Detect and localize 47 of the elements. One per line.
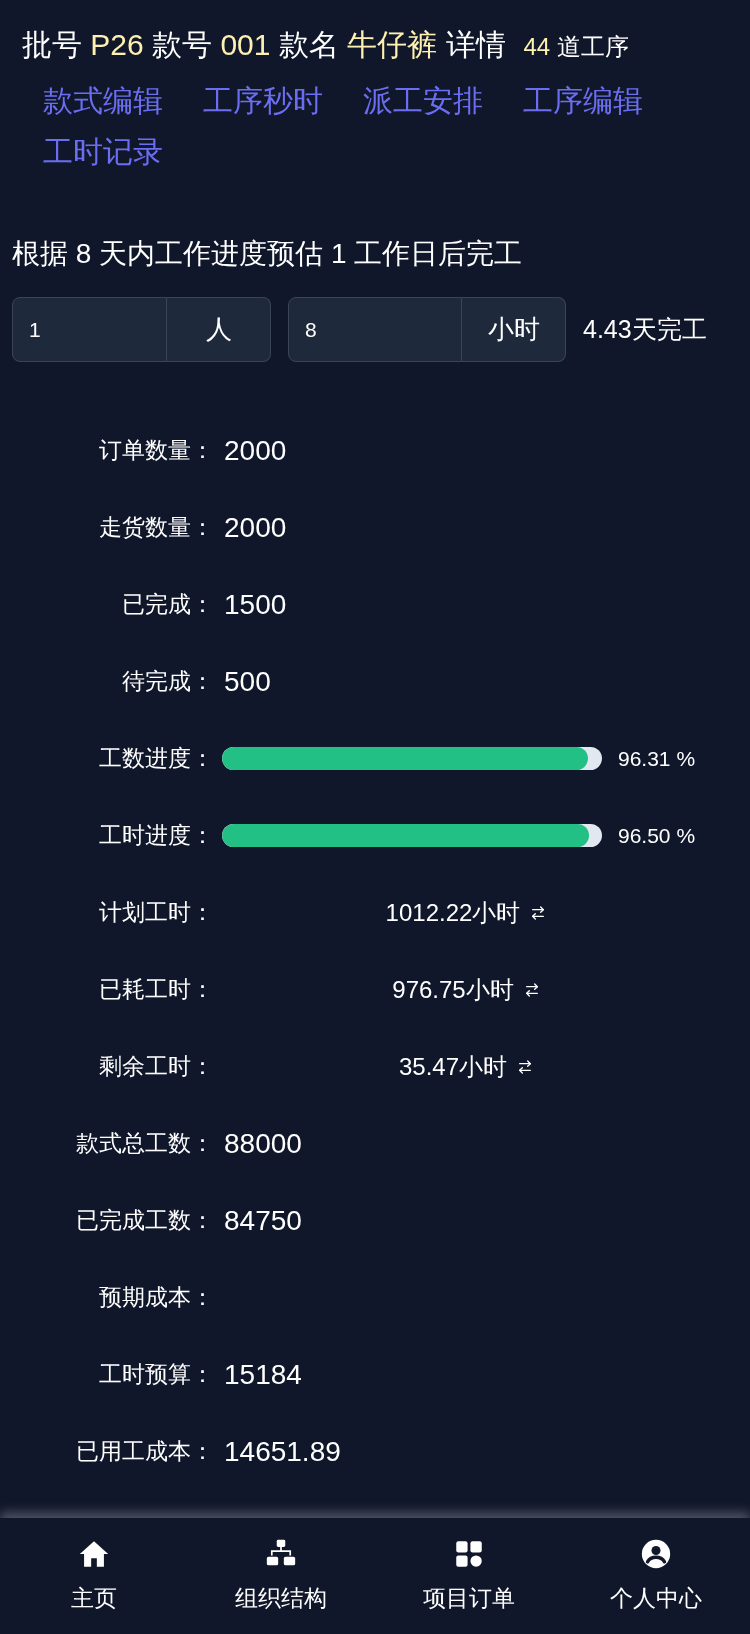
hours-value: 1012.22小时 [385,897,521,928]
hours-value: 35.47小时 [398,1051,508,1082]
field-label: 已用工成本： [75,1437,214,1467]
swap-icon[interactable] [523,981,540,998]
number-input[interactable]: 1 [12,297,167,362]
field-label: 已完成工数： [75,1206,214,1236]
unit-label: 人 [167,297,271,362]
field-value: 84750 [223,1203,302,1238]
field-label: 已耗工时： [98,975,214,1005]
estimate-text: 根据 8 天内工作进度预估 1 工作日后完工 [11,237,524,271]
nav-link[interactable]: 款式编辑 [43,75,163,126]
field-label: 工时进度： [98,821,214,851]
field-value: 15184 [223,1357,302,1392]
tab-bar-item[interactable]: 项目订单 [375,1518,563,1634]
page-title: 批号 P26 款号 001 款名 牛仔裤 详情 [22,27,506,63]
completion-days: 4.43天完工 [583,310,707,349]
hours-value: 976.75小时 [392,974,514,1005]
field-label: 待完成： [121,667,214,697]
tab-bar-item[interactable]: 个人中心 [562,1518,750,1634]
nav-link[interactable]: 工序编辑 [523,75,643,126]
field-label: 走货数量： [98,513,214,543]
field-label: 已完成： [121,590,214,620]
nav-link[interactable]: 工序秒时 [203,75,323,126]
field-label: 工时预算： [98,1360,214,1390]
field-label: 工数进度： [98,744,214,774]
progress-percent: 96.31 % [618,745,696,772]
field-label: 款式总工数： [75,1129,214,1159]
unit-label: 小时 [462,297,566,362]
progress-percent: 96.50 % [618,822,696,849]
field-label: 剩余工时： [98,1052,214,1082]
number-input[interactable]: 8 [288,297,462,362]
tab-bar-item[interactable]: 组织结构 [187,1518,375,1634]
field-value: 500 [223,664,271,699]
swap-icon[interactable] [517,1058,534,1075]
field-label: 预期成本： [98,1283,214,1313]
field-value: 88000 [223,1126,302,1161]
swap-icon[interactable] [530,904,547,921]
field-label: 订单数量： [98,436,214,466]
tab-bar-item[interactable]: 主页 [0,1518,188,1634]
nav-link[interactable]: 工时记录 [43,126,163,177]
field-label: 计划工时： [98,898,214,928]
field-value: 2000 [223,433,287,468]
process-count: 44 道工序 [523,32,629,62]
field-value: 2000 [223,510,287,545]
nav-link[interactable]: 派工安排 [363,75,483,126]
field-value: 14651.89 [223,1434,341,1469]
field-value: 1500 [223,587,287,622]
